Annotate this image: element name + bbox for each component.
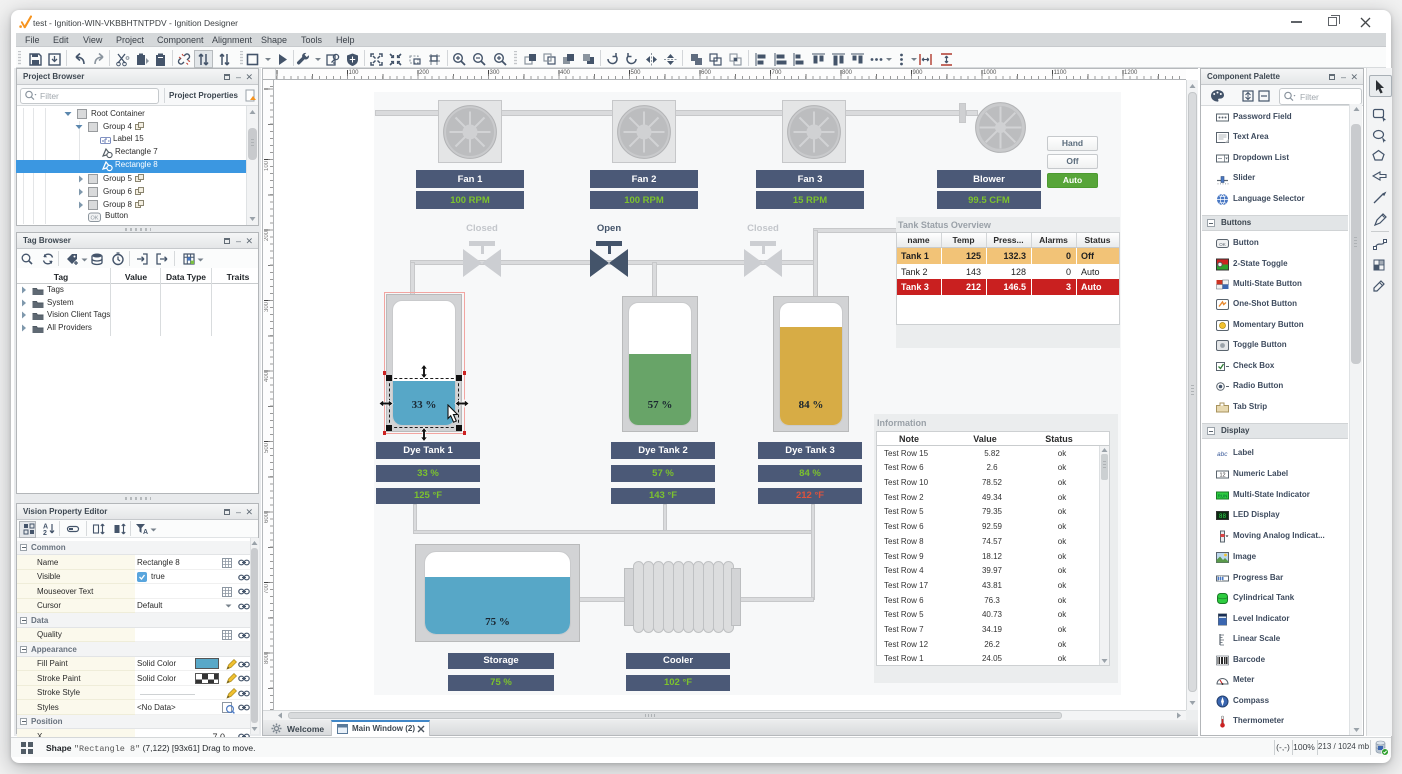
- svg-text:RUN: RUN: [1218, 494, 1228, 499]
- svg-text:2: 2: [43, 530, 47, 536]
- svg-text:12: 12: [1219, 473, 1225, 479]
- svg-text:OK: OK: [91, 216, 99, 222]
- svg-text:88: 88: [1219, 513, 1227, 520]
- svg-text:OK: OK: [1219, 242, 1226, 247]
- svg-text:abc: abc: [1217, 451, 1228, 458]
- svg-text:A: A: [143, 529, 148, 536]
